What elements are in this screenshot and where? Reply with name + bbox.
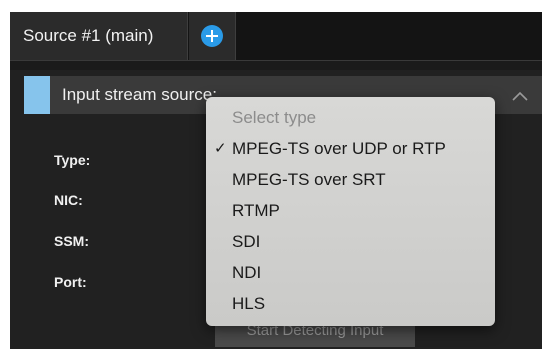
dropdown-placeholder: Select type: [232, 108, 317, 127]
option-sdi[interactable]: SDI: [206, 226, 495, 257]
chevron-up-icon[interactable]: [512, 89, 528, 105]
nic-label: NIC:: [54, 192, 83, 208]
option-mpeg-ts-srt[interactable]: MPEG-TS over SRT: [206, 164, 495, 195]
port-label: Port:: [54, 274, 87, 290]
type-label: Type:: [54, 152, 91, 168]
option-mpeg-ts-udp-rtp[interactable]: ✓ MPEG-TS over UDP or RTP: [206, 133, 495, 164]
option-ndi[interactable]: NDI: [206, 257, 495, 288]
tab-bar: Source #1 (main): [10, 12, 542, 61]
add-source-button[interactable]: [189, 12, 236, 60]
type-dropdown-menu: Select type ✓ MPEG-TS over UDP or RTP MP…: [206, 97, 495, 326]
checkmark-icon: ✓: [214, 140, 227, 157]
option-hls[interactable]: HLS: [206, 288, 495, 319]
option-rtmp[interactable]: RTMP: [206, 195, 495, 226]
section-title: Input stream source:: [62, 85, 217, 104]
tab-source-main[interactable]: Source #1 (main): [10, 12, 188, 60]
section-color-marker: [24, 76, 50, 114]
ssm-label: SSM:: [54, 233, 89, 249]
plus-icon: [201, 25, 223, 47]
